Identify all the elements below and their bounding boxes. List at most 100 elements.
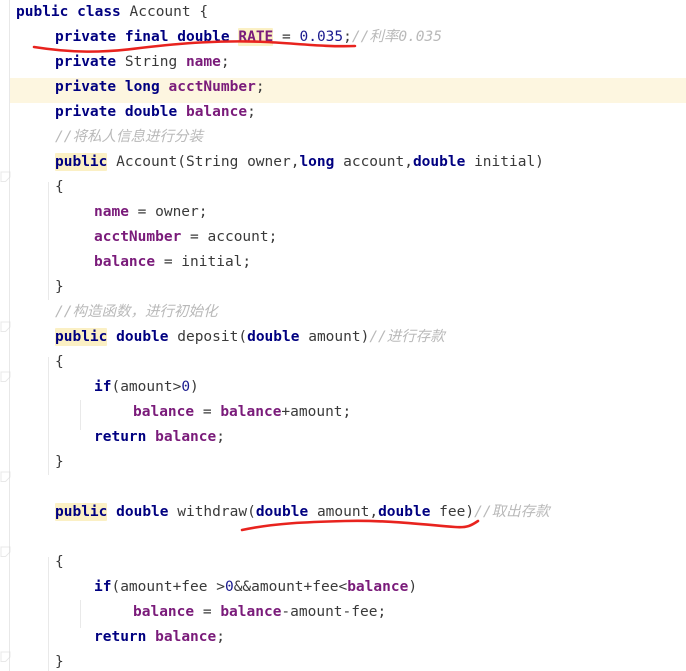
code-line[interactable]: public double deposit(double amount)//进行… xyxy=(0,325,686,350)
fold-arrow-icon[interactable] xyxy=(0,370,14,384)
code-line[interactable]: return balance; xyxy=(0,625,686,650)
code-token: // xyxy=(474,504,492,520)
code-line[interactable]: private long acctNumber; xyxy=(0,75,686,100)
code-token: Account(String owner, xyxy=(107,154,300,170)
code-token: // xyxy=(55,129,73,145)
code-line[interactable]: balance = balance+amount; xyxy=(0,400,686,425)
code-token: double xyxy=(255,504,309,520)
code-token: withdraw( xyxy=(168,504,256,520)
code-line[interactable]: balance = balance-amount-fee; xyxy=(0,600,686,625)
code-token: // xyxy=(55,304,73,320)
fold-arrow-icon[interactable] xyxy=(0,170,14,184)
code-token: private xyxy=(55,29,117,45)
code-token: } xyxy=(55,454,64,470)
code-line[interactable]: private double balance; xyxy=(0,100,686,125)
code-line[interactable]: } xyxy=(0,650,686,671)
highlighted-token: public xyxy=(55,503,108,521)
code-token: 将私人信息进行分装 xyxy=(72,129,203,145)
editor-gutter[interactable] xyxy=(0,0,10,671)
code-token: class xyxy=(77,4,121,20)
code-line[interactable]: { xyxy=(0,550,686,575)
code-line[interactable]: { xyxy=(0,175,686,200)
code-token: 进行存款 xyxy=(386,329,445,345)
code-token: if xyxy=(94,579,112,595)
code-token: double xyxy=(177,29,230,45)
code-line[interactable]: return balance; xyxy=(0,425,686,450)
code-text-layer[interactable]: public class Account {private final doub… xyxy=(0,0,686,671)
code-token: { xyxy=(55,179,64,195)
code-token: 0 xyxy=(181,379,191,395)
code-line[interactable]: //将私人信息进行分装 xyxy=(0,125,686,150)
code-token: 构造函数，进行初始化 xyxy=(72,304,218,320)
code-token: &&amount+fee< xyxy=(233,579,348,595)
code-token: private xyxy=(55,54,117,70)
code-token: // xyxy=(369,329,387,345)
code-token: { xyxy=(55,354,64,370)
fold-arrow-icon[interactable] xyxy=(0,650,14,664)
code-line[interactable]: private final double RATE = 0.035;//利率0.… xyxy=(0,25,686,50)
code-token: ) xyxy=(408,579,418,595)
code-line[interactable]: name = owner; xyxy=(0,200,686,225)
code-line[interactable]: private String name; xyxy=(0,50,686,75)
code-token: (amount> xyxy=(111,379,182,395)
fold-arrow-icon[interactable] xyxy=(0,320,14,334)
code-token: = initial; xyxy=(155,254,252,270)
code-line[interactable]: acctNumber = account; xyxy=(0,225,686,250)
highlighted-token: RATE xyxy=(238,28,274,46)
code-line[interactable]: { xyxy=(0,350,686,375)
code-line[interactable]: } xyxy=(0,275,686,300)
code-line[interactable]: } xyxy=(0,450,686,475)
code-line[interactable] xyxy=(0,525,686,550)
code-token: balance xyxy=(347,579,409,595)
code-line[interactable]: if(amount+fee >0&&amount+fee<balance) xyxy=(0,575,686,600)
code-token: long xyxy=(124,79,160,95)
code-token: { xyxy=(55,554,64,570)
code-token: (amount+fee > xyxy=(111,579,225,595)
code-line[interactable]: if(amount>0) xyxy=(0,375,686,400)
code-line[interactable] xyxy=(0,475,686,500)
code-line[interactable]: public class Account { xyxy=(0,0,686,25)
code-token: ; xyxy=(343,29,352,45)
code-token: } xyxy=(55,279,64,295)
code-token: balance xyxy=(220,604,282,620)
code-token: ) xyxy=(190,379,199,395)
code-token: 0 xyxy=(224,579,234,595)
code-token: balance xyxy=(220,404,282,420)
code-line[interactable]: //构造函数，进行初始化 xyxy=(0,300,686,325)
code-token: balance xyxy=(94,254,156,270)
code-editor-canvas[interactable]: public class Account {private final doub… xyxy=(0,0,686,671)
code-token: Account { xyxy=(120,4,209,20)
code-token: 0.035 xyxy=(398,29,442,45)
code-token: amount) xyxy=(299,329,370,345)
code-token: } xyxy=(55,654,64,670)
code-token: initial) xyxy=(465,154,544,170)
code-token: ; xyxy=(216,429,225,445)
code-token: return xyxy=(94,429,147,445)
fold-arrow-icon[interactable] xyxy=(0,470,14,484)
code-token: = owner; xyxy=(128,204,208,220)
code-line[interactable]: public Account(String owner,long account… xyxy=(0,150,686,175)
code-token: public xyxy=(16,4,69,20)
highlighted-token: public xyxy=(55,328,108,346)
code-token: deposit( xyxy=(168,329,248,345)
highlighted-token: public xyxy=(55,153,108,171)
code-line[interactable]: balance = initial; xyxy=(0,250,686,275)
code-token: long xyxy=(299,154,335,170)
code-token: balance xyxy=(155,629,217,645)
code-token: if xyxy=(94,379,112,395)
code-line[interactable]: public double withdraw(double amount,dou… xyxy=(0,500,686,525)
code-token: ; xyxy=(216,629,225,645)
code-token: double xyxy=(378,504,431,520)
fold-arrow-icon[interactable] xyxy=(0,545,14,559)
code-token: private xyxy=(55,79,117,95)
code-token: String xyxy=(116,54,186,70)
